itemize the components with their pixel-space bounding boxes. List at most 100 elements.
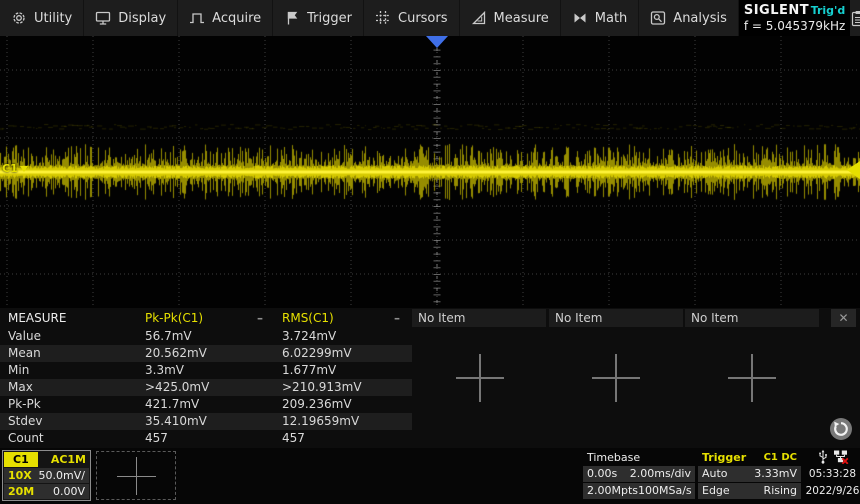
row-value-rms: 457 — [282, 430, 305, 447]
measure-column-empty-1[interactable]: No Item — [412, 309, 546, 327]
row-value-rms: >210.913mV — [282, 379, 362, 396]
row-label: Min — [8, 362, 29, 379]
row-label: Pk-Pk — [8, 396, 41, 413]
measure-row-max: Max >425.0mV >210.913mV — [0, 379, 412, 396]
acquire-icon — [189, 10, 205, 26]
timebase-sample-rate: 100MSa/s — [638, 483, 692, 499]
row-value-pkpk: 20.562mV — [145, 345, 207, 362]
waveform-display[interactable]: C1 — [0, 36, 860, 308]
system-date: 2022/9/26 — [805, 483, 860, 500]
menu-display[interactable]: Display — [84, 0, 178, 36]
menu-acquire[interactable]: Acquire — [178, 0, 273, 36]
menu-measure-label: Measure — [494, 11, 549, 26]
row-value-pkpk: 56.7mV — [145, 328, 192, 345]
menu-cursors[interactable]: Cursors — [364, 0, 460, 36]
row-label: Max — [8, 379, 33, 396]
timebase-scale: 2.00ms/div — [630, 466, 691, 482]
trigger-mode: Auto — [702, 466, 728, 482]
refresh-icon — [829, 417, 853, 441]
collapse-rms-button[interactable]: – — [394, 308, 400, 328]
channel-attenuation: 10X — [8, 468, 32, 483]
brand-block: SIGLENT Trig'd f = 5.045379kHz — [739, 0, 850, 36]
add-channel-button[interactable] — [96, 451, 176, 500]
channel-coupling: AC1M — [51, 453, 86, 466]
collapse-pkpk-button[interactable]: – — [257, 308, 263, 328]
trigger-level: 3.33mV — [754, 466, 797, 482]
siglent-logo: SIGLENT — [744, 3, 809, 18]
add-measurement-slot-1[interactable] — [456, 354, 504, 402]
row-value-pkpk: 35.410mV — [145, 413, 207, 430]
menu-utility[interactable]: Utility — [0, 0, 84, 36]
menu-trigger-label: Trigger — [307, 11, 352, 26]
reset-statistics-button[interactable] — [829, 417, 853, 441]
channel-1-chip[interactable]: C1 — [4, 452, 38, 467]
trigger-level-marker[interactable] — [847, 161, 860, 179]
trigger-type: Edge — [702, 483, 730, 499]
measure-column-pkpk[interactable]: Pk-Pk(C1) — [145, 308, 203, 328]
timebase-title: Timebase — [587, 450, 640, 466]
menu-math[interactable]: Math — [561, 0, 640, 36]
trigger-status-badge: Trig'd — [811, 4, 846, 17]
add-measurement-slot-2[interactable] — [592, 354, 640, 402]
measure-row-stdev: Stdev 35.410mV 12.19659mV — [0, 413, 412, 430]
menu-display-label: Display — [118, 11, 166, 26]
trigger-position-marker[interactable] — [426, 36, 448, 48]
display-icon — [95, 10, 111, 26]
channel-offset-marker[interactable]: C1 — [2, 162, 28, 175]
add-measurement-slot-3[interactable] — [728, 354, 776, 402]
channel-bandwidth: 20M — [8, 484, 34, 499]
measure-icon — [471, 10, 487, 26]
timebase-delay: 0.00s — [587, 466, 617, 482]
trigger-title: Trigger — [702, 450, 746, 466]
trigger-frequency-readout: f = 5.045379kHz — [744, 19, 845, 33]
analysis-icon — [650, 10, 666, 26]
measure-title: MEASURE — [8, 308, 66, 328]
usb-icon — [817, 449, 829, 467]
row-value-pkpk: >425.0mV — [145, 379, 209, 396]
timebase-memory: 2.00Mpts — [587, 483, 638, 499]
measurement-panel: MEASURE Pk-Pk(C1) – RMS(C1) – No Item No… — [0, 308, 860, 448]
channel-1-descriptor[interactable]: C1 AC1M 10X 50.0mV/ 20M 0.00V — [2, 450, 91, 501]
trigger-descriptor[interactable]: Trigger C1 DC Auto 3.33mV Edge Rising — [698, 450, 801, 500]
menu-trigger[interactable]: Trigger — [273, 0, 364, 36]
row-value-rms: 1.677mV — [282, 362, 336, 379]
menu-utility-label: Utility — [34, 11, 72, 26]
channel-scale: 50.0mV/ — [39, 468, 85, 483]
row-label: Stdev — [8, 413, 42, 430]
row-value-rms: 6.02299mV — [282, 345, 352, 362]
bottom-status-bar: C1 AC1M 10X 50.0mV/ 20M 0.00V Timebase 0… — [0, 448, 860, 504]
lan-disconnected-icon — [833, 449, 849, 467]
measure-row-min: Min 3.3mV 1.677mV — [0, 362, 412, 379]
row-value-rms: 209.236mV — [282, 396, 352, 413]
channel-offset-arrow-icon — [20, 166, 28, 172]
measure-column-rms[interactable]: RMS(C1) — [282, 308, 334, 328]
menu-analysis-label: Analysis — [673, 11, 727, 26]
row-value-pkpk: 421.7mV — [145, 396, 199, 413]
row-value-rms: 12.19659mV — [282, 413, 359, 430]
system-time: 05:33:28 — [805, 466, 860, 483]
save-button[interactable]: SAVE — [850, 0, 860, 36]
row-label: Mean — [8, 345, 41, 362]
row-value-rms: 3.724mV — [282, 328, 336, 345]
row-label: Value — [8, 328, 41, 345]
row-value-pkpk: 457 — [145, 430, 168, 447]
measure-row-pkpk: Pk-Pk 421.7mV 209.236mV — [0, 396, 412, 413]
channel-offset: 0.00V — [53, 484, 85, 499]
close-measure-panel-button[interactable]: ✕ — [831, 309, 856, 327]
system-status: 05:33:28 2022/9/26 — [805, 450, 860, 502]
menu-measure[interactable]: Measure — [460, 0, 561, 36]
gear-icon — [11, 10, 27, 26]
trigger-source: C1 DC — [764, 450, 797, 466]
menu-math-label: Math — [595, 11, 628, 26]
measure-row-mean: Mean 20.562mV 6.02299mV — [0, 345, 412, 362]
waveform-canvas — [0, 36, 860, 308]
measure-column-empty-2[interactable]: No Item — [549, 309, 683, 327]
save-icon — [850, 10, 860, 27]
timebase-descriptor[interactable]: Timebase 0.00s 2.00ms/div 2.00Mpts 100MS… — [583, 450, 695, 500]
measure-column-empty-3[interactable]: No Item — [685, 309, 819, 327]
menu-cursors-label: Cursors — [398, 11, 448, 26]
channel-offset-label: C1 — [2, 162, 18, 175]
oscilloscope-screen: Utility Display Acquire Trigger — [0, 0, 860, 504]
menu-analysis[interactable]: Analysis — [639, 0, 739, 36]
top-menu-bar: Utility Display Acquire Trigger — [0, 0, 860, 36]
